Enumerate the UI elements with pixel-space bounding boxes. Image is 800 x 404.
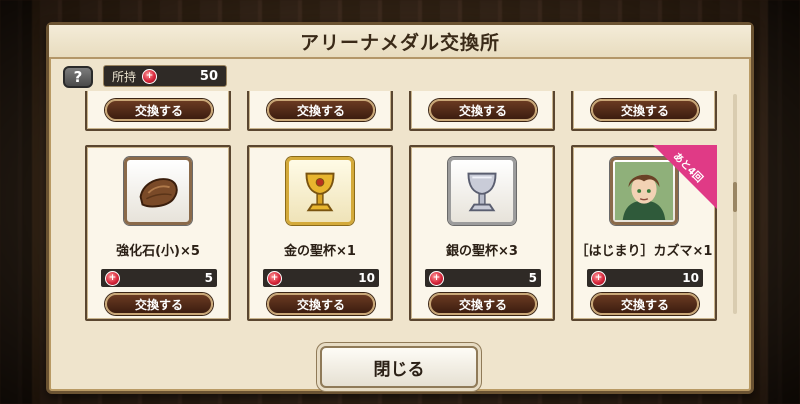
cost-value: 10 bbox=[682, 271, 699, 285]
limit-badge: あと4回 bbox=[649, 145, 717, 213]
arena-medal-icon: + bbox=[591, 270, 606, 286]
item-card-partial: 交換する bbox=[409, 91, 555, 131]
silver-chalice-icon bbox=[467, 172, 497, 212]
exchange-button[interactable]: 交換する bbox=[267, 293, 375, 315]
item-frame bbox=[448, 157, 516, 225]
exchange-button[interactable]: 交換する bbox=[105, 293, 213, 315]
cost-display: + 10 bbox=[263, 269, 379, 287]
owned-label: 所持 bbox=[112, 69, 137, 84]
arena-medal-icon: + bbox=[105, 270, 120, 286]
help-button[interactable]: ? bbox=[63, 66, 93, 88]
exchange-button[interactable]: 交換する bbox=[429, 99, 537, 121]
cost-display: + 10 bbox=[587, 269, 703, 287]
owned-value: 50 bbox=[199, 68, 218, 84]
cost-value: 5 bbox=[528, 271, 537, 285]
exchange-button[interactable]: 交換する bbox=[105, 99, 213, 121]
item-frame bbox=[124, 157, 192, 225]
cost-value: 5 bbox=[204, 271, 213, 285]
arena-medal-icon: + bbox=[142, 68, 158, 84]
scrollbar-thumb[interactable] bbox=[733, 182, 737, 212]
item-card: 銀の聖杯×3 + 5 交換する bbox=[409, 145, 555, 321]
exchange-button[interactable]: 交換する bbox=[591, 293, 699, 315]
cost-display: + 5 bbox=[425, 269, 541, 287]
item-name: 銀の聖杯×3 bbox=[446, 244, 518, 259]
medal-exchange-dialog: アリーナメダル交換所 ? 所持 + 50 交換する 交換する 交換する 交換する bbox=[46, 22, 754, 394]
dialog-title: アリーナメダル交換所 bbox=[299, 31, 500, 54]
cost-display: + 5 bbox=[101, 269, 217, 287]
close-button[interactable]: 閉じる bbox=[320, 346, 478, 388]
item-card-partial: 交換する bbox=[85, 91, 231, 131]
item-name: 金の聖杯×1 bbox=[284, 244, 356, 259]
item-card: 金の聖杯×1 + 10 交換する bbox=[247, 145, 393, 321]
item-card: 強化石(小)×5 + 5 交換する bbox=[85, 145, 231, 321]
title-bar: アリーナメダル交換所 bbox=[49, 25, 751, 59]
item-list[interactable]: 交換する 交換する 交換する 交換する 強化石(小)×5 + 5 交換する 金の… bbox=[63, 91, 739, 347]
gold-chalice-icon bbox=[305, 172, 335, 212]
exchange-button[interactable]: 交換する bbox=[429, 293, 537, 315]
item-name: ［はじまり］カズマ×1 bbox=[575, 244, 713, 259]
scrollbar[interactable] bbox=[733, 94, 737, 314]
item-name: 強化石(小)×5 bbox=[116, 244, 200, 259]
item-card-partial: 交換する bbox=[247, 91, 393, 131]
exchange-button[interactable]: 交換する bbox=[591, 99, 699, 121]
item-card: あと4回 ［はじまり］カズマ×1 + 10 交換する bbox=[571, 145, 717, 321]
arena-medal-icon: + bbox=[429, 270, 444, 286]
owned-medals-display: 所持 + 50 bbox=[103, 65, 227, 87]
exchange-button[interactable]: 交換する bbox=[267, 99, 375, 121]
item-frame bbox=[286, 157, 354, 225]
cost-value: 10 bbox=[358, 271, 375, 285]
item-card-partial: 交換する bbox=[571, 91, 717, 131]
stone-icon bbox=[139, 178, 178, 208]
arena-medal-icon: + bbox=[267, 270, 282, 286]
question-icon: ? bbox=[73, 68, 83, 86]
